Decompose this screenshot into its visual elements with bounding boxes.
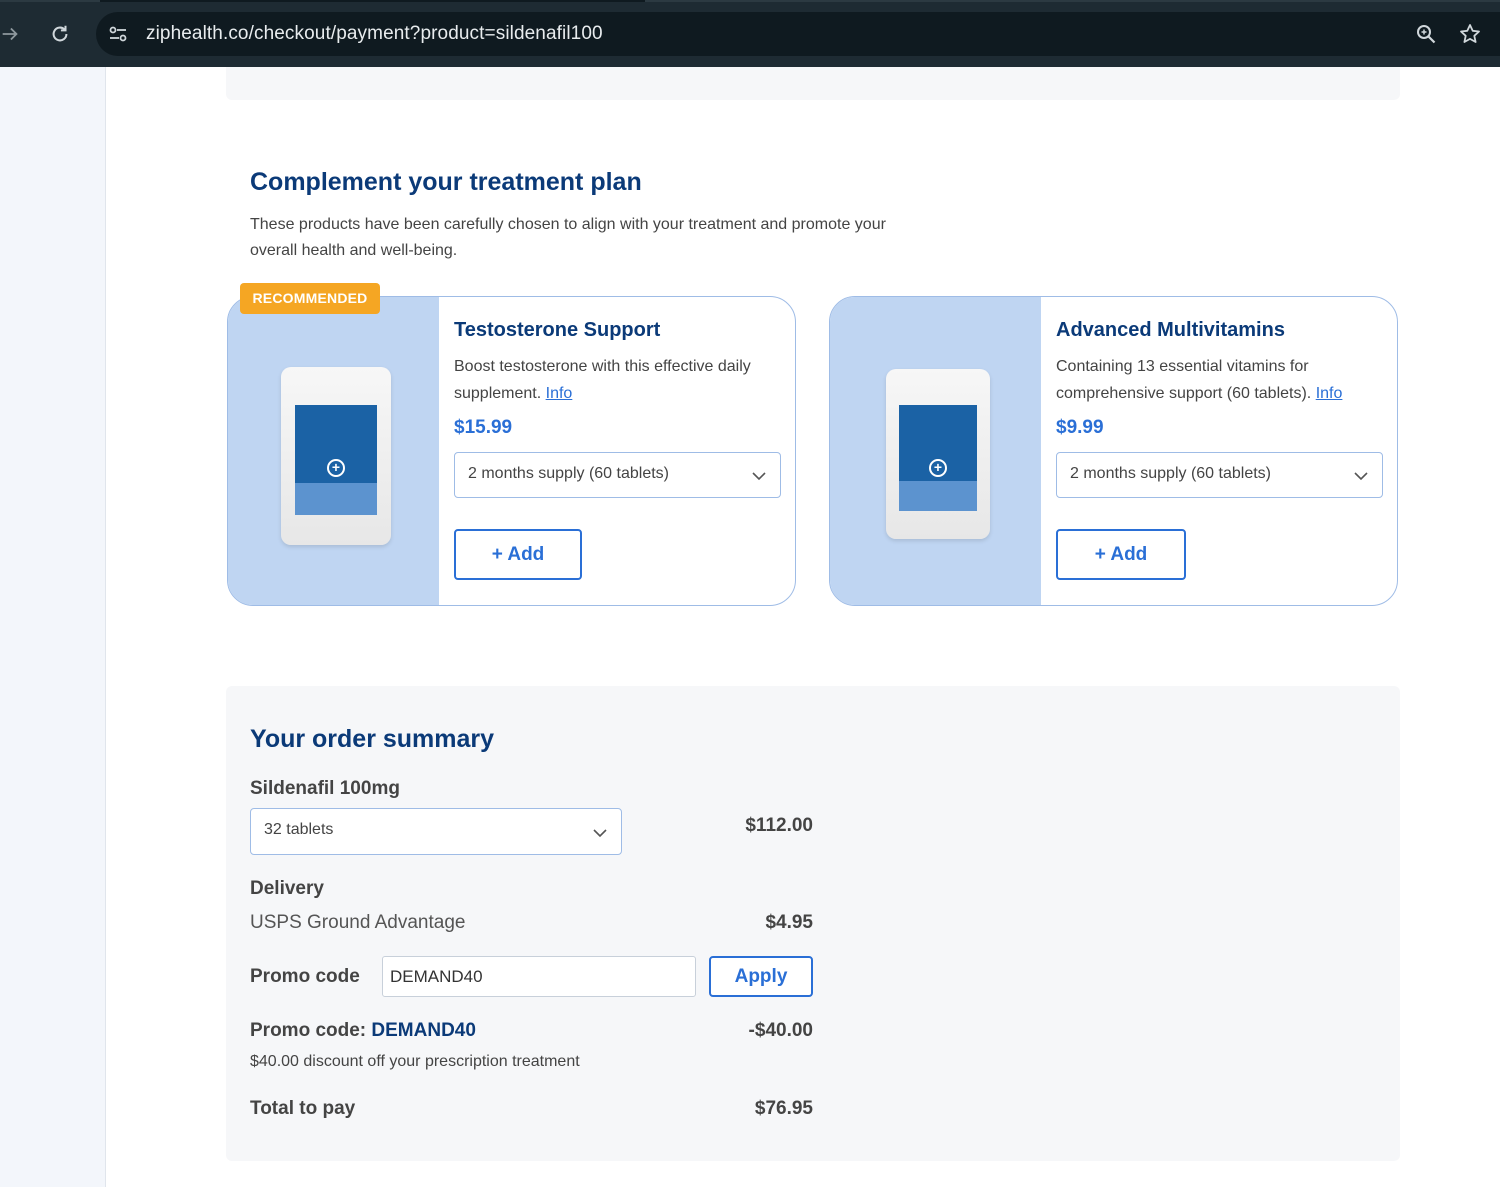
discount-note: $40.00 discount off your prescription tr… xyxy=(250,1053,580,1070)
product-card-multivitamins: + Advanced Multivitamins Containing 13 e… xyxy=(829,296,1398,606)
previous-section-panel xyxy=(226,67,1400,100)
product-name: Advanced Multivitamins xyxy=(1056,319,1285,341)
quantity-select-value: 32 tablets xyxy=(264,821,334,838)
apply-button[interactable]: Apply xyxy=(709,956,813,997)
bookmark-star-icon[interactable] xyxy=(1458,22,1482,46)
chevron-down-icon xyxy=(1354,472,1368,481)
info-link[interactable]: Info xyxy=(546,385,573,402)
info-link[interactable]: Info xyxy=(1316,385,1343,402)
url-text[interactable]: ziphealth.co/checkout/payment?product=si… xyxy=(146,23,603,45)
recommended-badge: RECOMMENDED xyxy=(240,283,380,314)
promo-code-input[interactable] xyxy=(383,957,673,996)
complement-title: Complement your treatment plan xyxy=(250,168,642,196)
chevron-down-icon xyxy=(593,829,607,838)
address-bar[interactable]: ziphealth.co/checkout/payment?product=si… xyxy=(96,12,1500,56)
applied-promo-line: Promo code: DEMAND40 xyxy=(250,1020,476,1041)
product-description: Containing 13 essential vitamins for com… xyxy=(1056,358,1343,402)
product-price: $112.00 xyxy=(745,815,813,836)
product-image-area: + xyxy=(830,297,1041,605)
site-settings-icon[interactable] xyxy=(106,22,130,46)
active-tab-indicator xyxy=(100,0,645,2)
discount-amount: -$40.00 xyxy=(748,1020,813,1041)
testosterone-pouch-image: + xyxy=(281,367,391,545)
add-button[interactable]: + Add xyxy=(1056,529,1186,580)
tab-strip xyxy=(0,0,1500,2)
total-label: Total to pay xyxy=(250,1098,356,1119)
product-card-testosterone: + Testosterone Support Boost testosteron… xyxy=(227,296,796,606)
supply-select-value: 2 months supply (60 tablets) xyxy=(468,465,669,482)
product-image-area: + xyxy=(228,297,439,605)
supply-select-value: 2 months supply (60 tablets) xyxy=(1070,465,1271,482)
product-price: $15.99 xyxy=(454,417,513,438)
forward-icon[interactable] xyxy=(0,22,22,46)
supply-select[interactable]: 2 months supply (60 tablets) xyxy=(1056,452,1383,498)
promo-code-field[interactable] xyxy=(382,956,696,997)
total-value: $76.95 xyxy=(754,1098,813,1119)
supply-select[interactable]: 2 months supply (60 tablets) xyxy=(454,452,781,498)
quantity-select[interactable]: 32 tablets xyxy=(250,808,622,855)
product-description: Boost testosterone with this effective d… xyxy=(454,358,751,402)
browser-toolbar: ziphealth.co/checkout/payment?product=si… xyxy=(0,0,1500,67)
delivery-method: USPS Ground Advantage xyxy=(250,912,466,933)
reload-icon[interactable] xyxy=(48,22,72,46)
product-name: Testosterone Support xyxy=(454,319,661,341)
zoom-icon[interactable] xyxy=(1414,22,1438,46)
promo-code-label: Promo code xyxy=(250,966,360,987)
product-name: Sildenafil 100mg xyxy=(250,778,400,799)
add-button[interactable]: + Add xyxy=(454,529,582,580)
order-summary-title: Your order summary xyxy=(250,725,495,753)
delivery-label: Delivery xyxy=(250,878,324,899)
chevron-down-icon xyxy=(752,472,766,481)
applied-promo-code: DEMAND40 xyxy=(371,1020,476,1041)
complement-description: These products have been carefully chose… xyxy=(250,216,886,259)
left-sidebar xyxy=(0,67,106,1187)
delivery-price: $4.95 xyxy=(765,912,813,933)
product-price: $9.99 xyxy=(1056,417,1104,438)
multivitamin-pouch-image: + xyxy=(886,369,990,539)
